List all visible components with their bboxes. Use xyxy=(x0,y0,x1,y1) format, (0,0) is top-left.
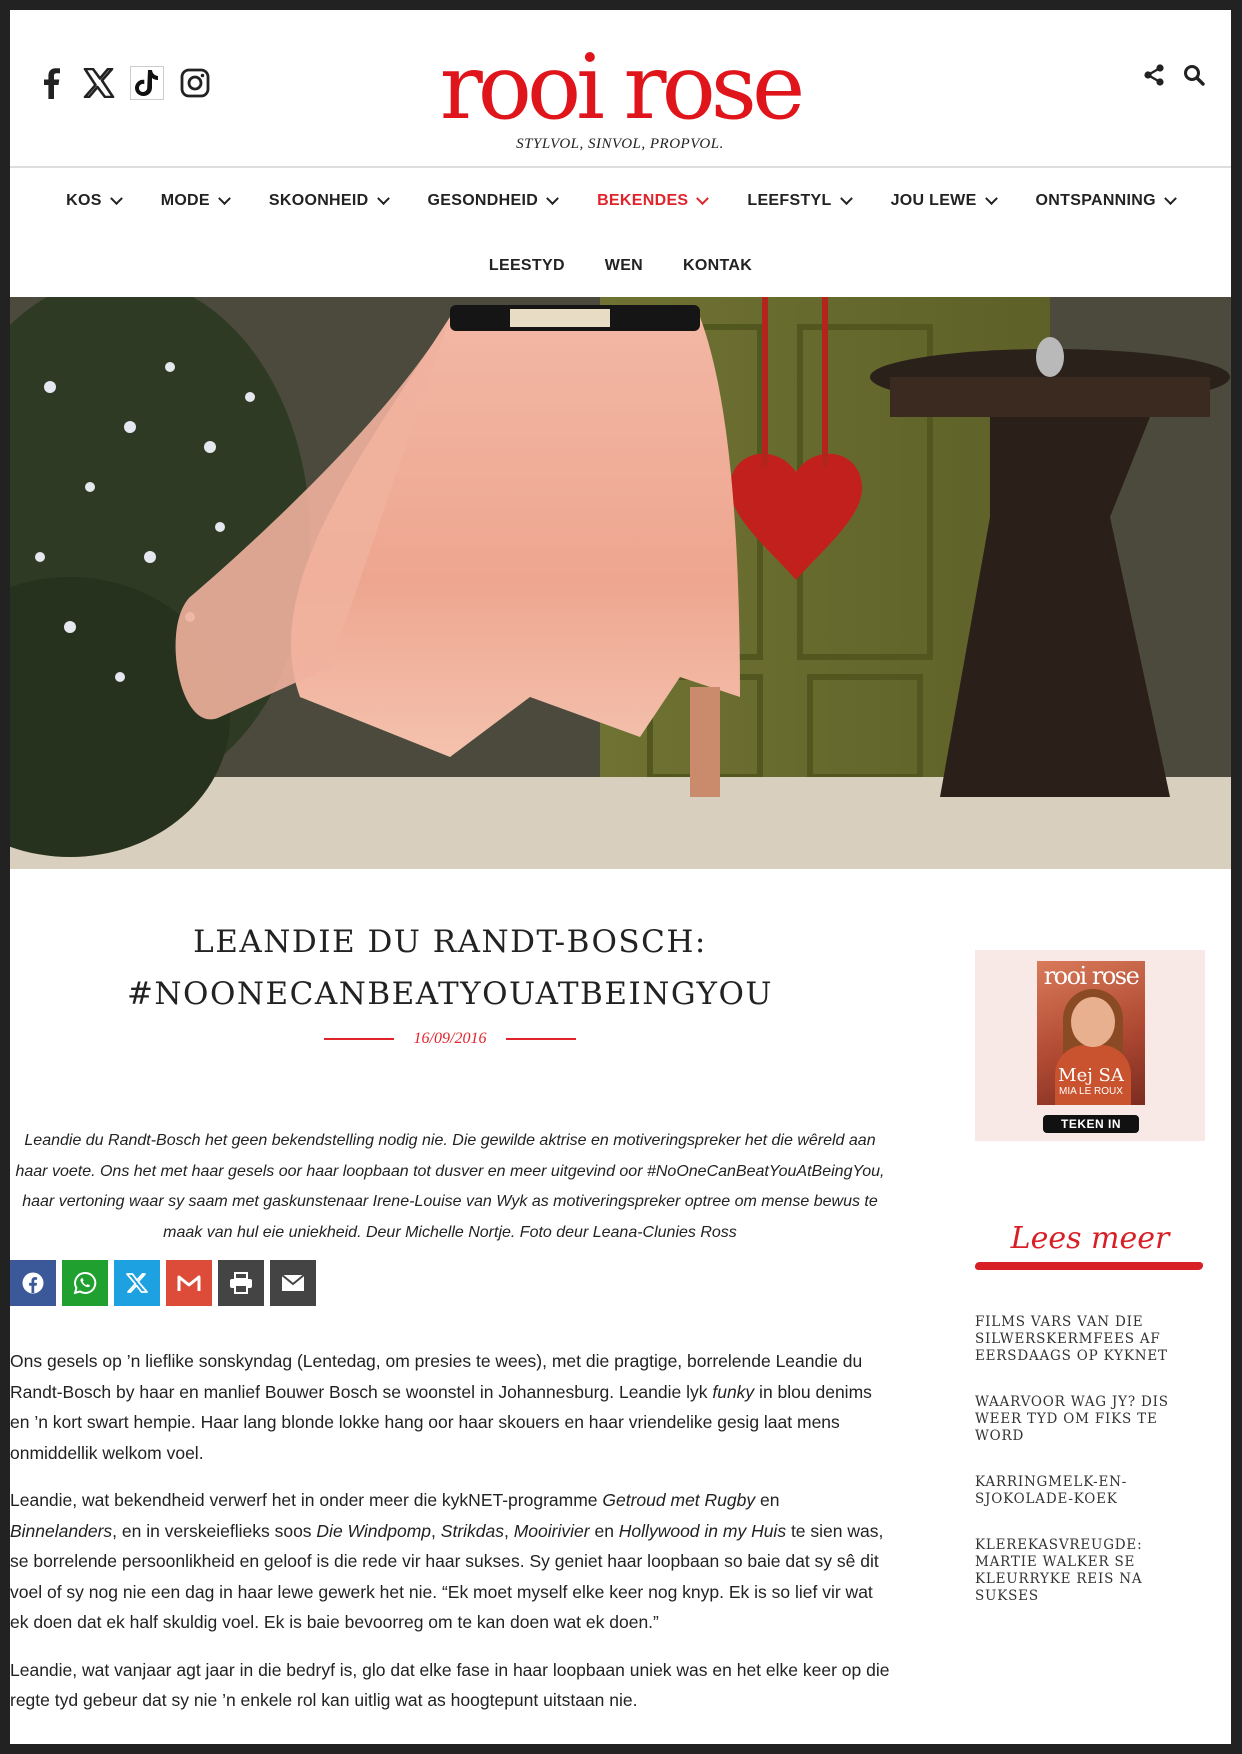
chevron-down-icon xyxy=(984,191,998,205)
sidebar: rooi rose Mej SA MIA LE ROUX TEKEN IN Le… xyxy=(974,950,1205,1634)
article-title-line-2: #NOONECANBEATYOUATBEINGYOU xyxy=(126,976,774,1012)
facebook-icon[interactable] xyxy=(34,66,68,100)
gmail-icon xyxy=(177,1275,201,1291)
cover-masthead: rooi rose xyxy=(1043,962,1140,990)
article-intro: Leandie du Randt-Bosch het geen bekendst… xyxy=(15,1132,885,1241)
article-header: LEANDIE DU RANDT-BOSCH: #NOONECANBEATYOU… xyxy=(10,916,890,1048)
article-paragraph-3: Leandie, wat vanjaar agt jaar in die bed… xyxy=(10,1659,890,1711)
nav-item-bekendes[interactable]: BEKENDES xyxy=(577,188,727,214)
header-tools xyxy=(1141,62,1207,88)
page: rooi rose STYLVOL, SINVOL, PROPVOL. KOS … xyxy=(10,10,1231,1744)
nav-item-leefstyl[interactable]: LEEFSTYL xyxy=(727,188,870,214)
nav-item-ontspanning[interactable]: ONTSPANNING xyxy=(1016,188,1195,214)
nav-label: MODE xyxy=(160,192,210,209)
chevron-down-icon xyxy=(696,191,710,205)
print-icon xyxy=(230,1272,252,1294)
site-header: rooi rose STYLVOL, SINVOL, PROPVOL. xyxy=(10,10,1231,167)
nav-item-skoonheid[interactable]: SKOONHEID xyxy=(249,188,408,214)
main-nav-row-2: LEESTYD WEN KONTAK xyxy=(10,253,1231,279)
whatsapp-icon xyxy=(73,1271,97,1295)
nav-label: LEEFSTYL xyxy=(747,192,832,209)
hero-image xyxy=(10,297,1231,869)
article-title: LEANDIE DU RANDT-BOSCH: #NOONECANBEATYOU… xyxy=(30,916,870,1020)
article-date: 16/09/2016 xyxy=(413,1030,487,1047)
social-links xyxy=(34,66,212,100)
nav-label: GESONDHEID xyxy=(427,192,539,209)
share-buttons xyxy=(10,1260,316,1306)
nav-label: JOU LEWE xyxy=(890,192,977,209)
magazine-cover[interactable]: rooi rose Mej SA MIA LE ROUX xyxy=(1037,961,1145,1105)
nav-item-jou-lewe[interactable]: JOU LEWE xyxy=(871,188,1016,214)
article-title-line-1: LEANDIE DU RANDT-BOSCH: xyxy=(193,924,707,960)
article-paragraph-1: Ons gesels op ’n lieflike sonskyndag (Le… xyxy=(10,1351,872,1463)
share-print-button[interactable] xyxy=(218,1260,264,1306)
nav-label: SKOONHEID xyxy=(268,192,369,209)
article-body: Ons gesels op ’n lieflike sonskyndag (Le… xyxy=(10,1346,890,1733)
nav-item-kontak[interactable]: KONTAK xyxy=(663,253,772,279)
nav-item-kos[interactable]: KOS xyxy=(46,188,141,214)
nav-label: KOS xyxy=(66,192,102,209)
lees-meer-heading: Lees meer xyxy=(1010,1221,1170,1256)
cover-subline: MIA LE ROUX xyxy=(1059,1086,1123,1097)
chevron-down-icon xyxy=(109,191,123,205)
tiktok-icon[interactable] xyxy=(130,66,164,100)
header-divider xyxy=(10,166,1231,168)
nav-item-leestyd[interactable]: LEESTYD xyxy=(469,253,585,279)
share-whatsapp-button[interactable] xyxy=(62,1260,108,1306)
article-dateline: 16/09/2016 xyxy=(10,1030,890,1048)
logo-wordmark: rooi rose xyxy=(439,35,805,140)
subscribe-button[interactable]: TEKEN IN xyxy=(1043,1115,1139,1133)
nav-label: BEKENDES xyxy=(597,192,689,209)
related-link[interactable]: FILMS VARS VAN DIE SILWERSKERMFEES AF EE… xyxy=(975,1314,1205,1365)
lees-meer-underline xyxy=(974,1262,1204,1270)
share-icon[interactable] xyxy=(1141,62,1167,88)
dateline-rule-left xyxy=(323,1038,394,1040)
main-nav-row-1: KOS MODE SKOONHEID GESONDHEID BEKENDES L… xyxy=(10,188,1231,214)
magazine-subscribe-widget[interactable]: rooi rose Mej SA MIA LE ROUX TEKEN IN xyxy=(975,950,1205,1141)
email-icon xyxy=(281,1274,305,1291)
facebook-icon xyxy=(22,1272,44,1294)
x-icon xyxy=(126,1273,148,1293)
related-link[interactable]: WAARVOOR WAG JY? DIS WEER TYD OM FIKS TE… xyxy=(975,1394,1205,1445)
share-facebook-button[interactable] xyxy=(10,1260,56,1306)
article-paragraph-2: Leandie, wat bekendheid verwerf het in o… xyxy=(10,1490,884,1632)
chevron-down-icon xyxy=(376,191,390,205)
share-gmail-button[interactable] xyxy=(166,1260,212,1306)
instagram-icon[interactable] xyxy=(178,66,212,100)
nav-item-gesondheid[interactable]: GESONDHEID xyxy=(408,188,578,214)
cover-line: Mej SA xyxy=(1058,1065,1124,1086)
chevron-down-icon xyxy=(218,191,231,205)
chevron-down-icon xyxy=(1164,191,1177,205)
chevron-down-icon xyxy=(839,191,853,205)
share-x-button[interactable] xyxy=(114,1260,160,1306)
dateline-rule-right xyxy=(506,1038,577,1040)
cover-photo-face xyxy=(1071,997,1115,1047)
x-icon[interactable] xyxy=(82,66,116,100)
share-email-button[interactable] xyxy=(270,1260,316,1306)
chevron-down-icon xyxy=(546,191,559,205)
nav-item-wen[interactable]: WEN xyxy=(585,253,663,279)
nav-label: ONTSPANNING xyxy=(1035,192,1156,209)
related-link[interactable]: KLEREKASVREUGDE: MARTIE WALKER SE KLEURR… xyxy=(975,1537,1205,1605)
nav-item-mode[interactable]: MODE xyxy=(141,188,249,214)
site-logo[interactable]: rooi rose STYLVOL, SINVOL, PROPVOL. xyxy=(410,35,830,153)
search-icon[interactable] xyxy=(1181,62,1207,88)
related-link[interactable]: KARRINGMELK-EN-SJOKOLADE-KOEK xyxy=(975,1474,1205,1508)
related-links: FILMS VARS VAN DIE SILWERSKERMFEES AF EE… xyxy=(975,1314,1205,1605)
